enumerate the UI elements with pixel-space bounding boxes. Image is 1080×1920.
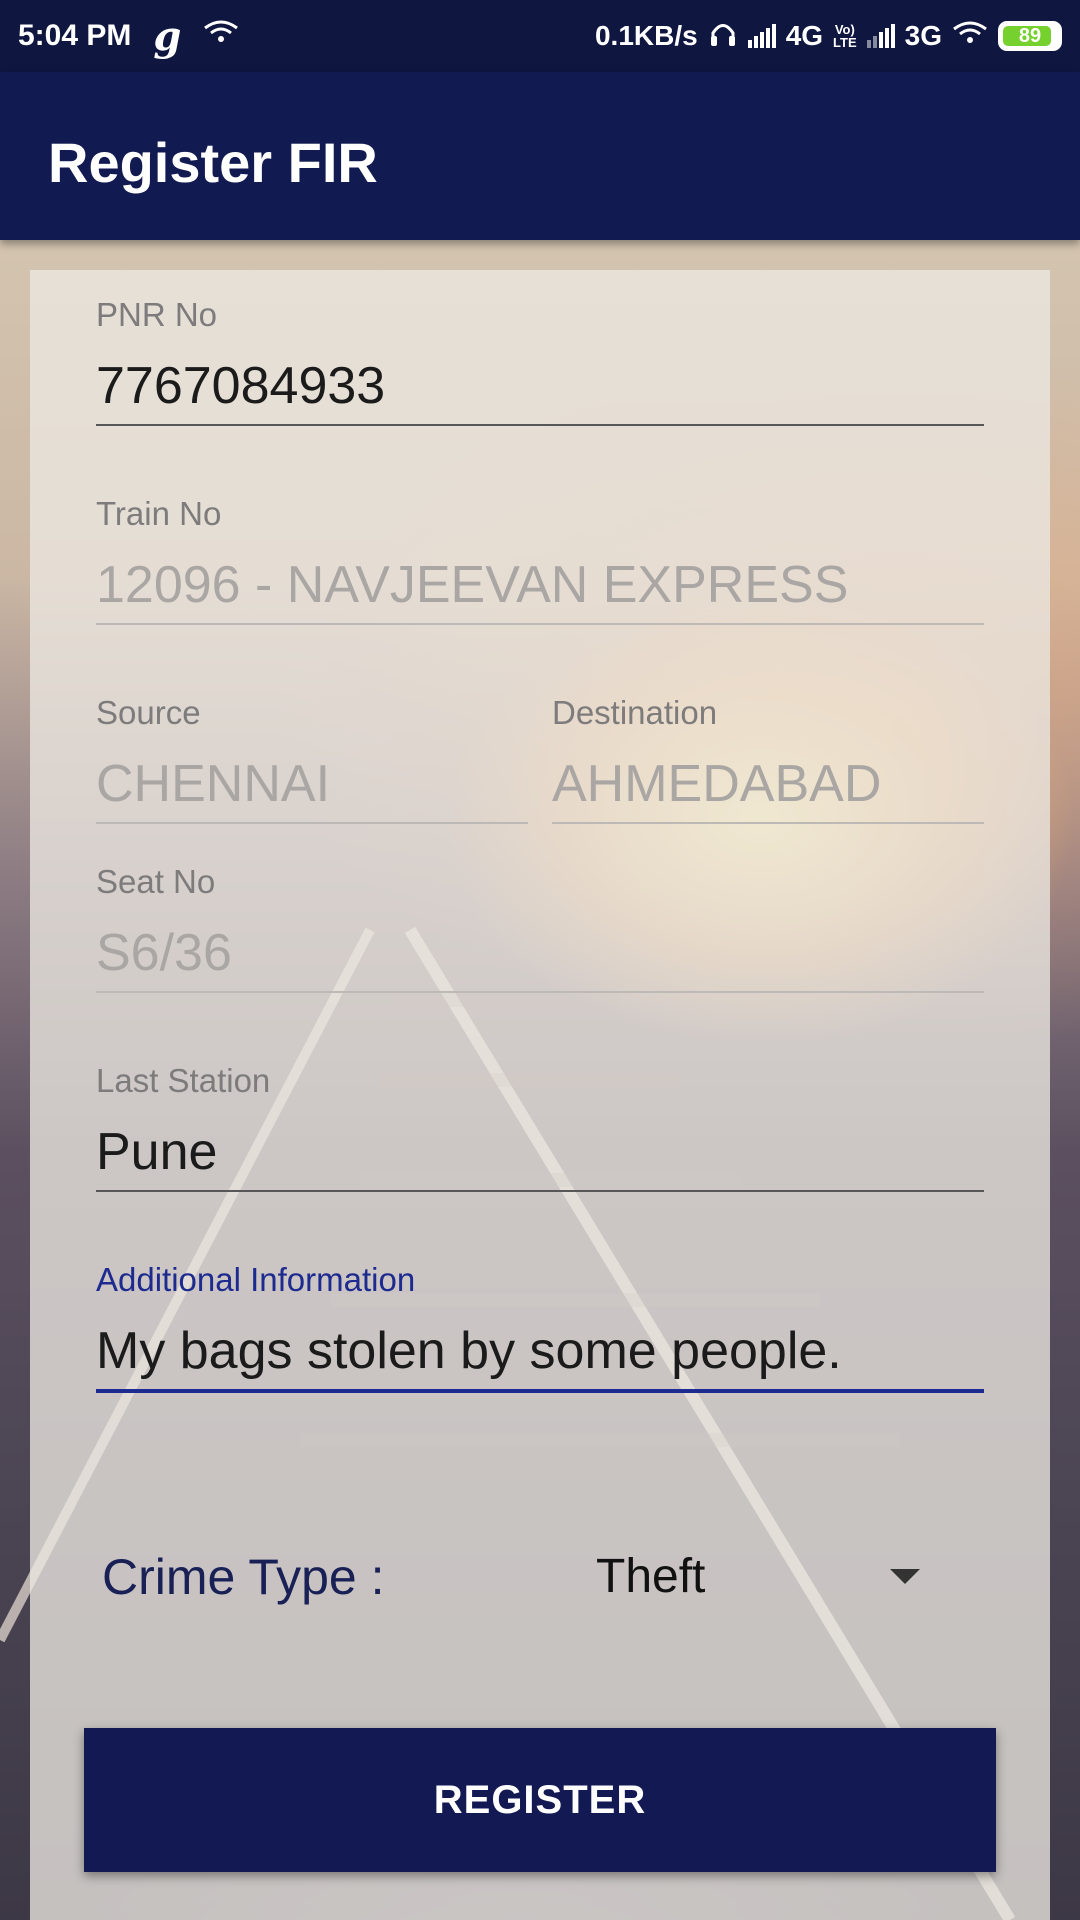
destination-field: Destination AHMEDABAD — [552, 694, 984, 824]
battery-level: 89 — [1018, 24, 1042, 47]
source-field: Source CHENNAI — [96, 694, 528, 824]
destination-label: Destination — [552, 694, 718, 731]
status-time: 5:04 PM — [18, 19, 132, 52]
dropdown-arrow-icon — [890, 1568, 920, 1584]
crime-type-label: Crime Type : — [102, 1549, 385, 1605]
additional-info-underline — [96, 1389, 984, 1393]
seat-label: Seat No — [96, 863, 216, 900]
destination-underline — [552, 822, 984, 824]
seat-field: Seat No S6/36 — [96, 863, 984, 993]
wifi-icon-2 — [952, 20, 988, 53]
last-station-input[interactable]: Pune — [96, 1122, 984, 1182]
register-button[interactable]: REGISTER — [84, 1728, 996, 1872]
last-station-label: Last Station — [96, 1062, 271, 1099]
volte-icon: Vo) LTE — [833, 23, 857, 49]
pnr-field[interactable]: PNR No 7767084933 — [96, 296, 984, 426]
source-underline — [96, 822, 528, 824]
crime-type-selected: Theft — [596, 1549, 706, 1603]
network-type-1: 4G — [785, 20, 824, 51]
crime-type-dropdown[interactable]: Theft — [580, 1540, 940, 1612]
page-title: Register FIR — [48, 131, 378, 194]
status-bar: 5:04 PM g 0.1KB/s 4G Vo) LTE 3G 89 — [0, 0, 1080, 72]
source-input: CHENNAI — [96, 755, 331, 813]
pnr-label: PNR No — [96, 296, 218, 333]
network-type-2: 3G — [904, 20, 942, 51]
signal-strength-icon — [747, 24, 776, 48]
app-bar: Register FIR — [0, 72, 1080, 240]
volte-bottom: LTE — [833, 35, 857, 50]
train-input: 12096 - NAVJEEVAN EXPRESS — [96, 556, 849, 614]
additional-info-field[interactable]: Additional Information My bags stolen by… — [96, 1261, 984, 1393]
additional-info-label: Additional Information — [96, 1261, 416, 1298]
signal-strength-icon-2 — [866, 24, 895, 48]
headphones-icon — [708, 18, 738, 55]
last-station-underline — [96, 1190, 984, 1192]
seat-underline — [96, 991, 984, 993]
train-label: Train No — [96, 495, 222, 532]
additional-info-input[interactable]: My bags stolen by some people. — [96, 1321, 984, 1381]
network-speed: 0.1KB/s — [594, 20, 698, 51]
source-label: Source — [96, 694, 201, 731]
last-station-field[interactable]: Last Station Pune — [96, 1062, 984, 1192]
pnr-underline — [96, 424, 984, 426]
seat-input: S6/36 — [96, 924, 232, 982]
carrier-app-icon: g — [153, 12, 182, 60]
pnr-input[interactable]: 7767084933 — [96, 356, 984, 416]
train-underline — [96, 623, 984, 625]
wifi-icon — [203, 19, 239, 53]
destination-input: AHMEDABAD — [552, 755, 882, 813]
battery-icon: 89 — [998, 21, 1062, 51]
train-field: Train No 12096 - NAVJEEVAN EXPRESS — [96, 495, 984, 625]
